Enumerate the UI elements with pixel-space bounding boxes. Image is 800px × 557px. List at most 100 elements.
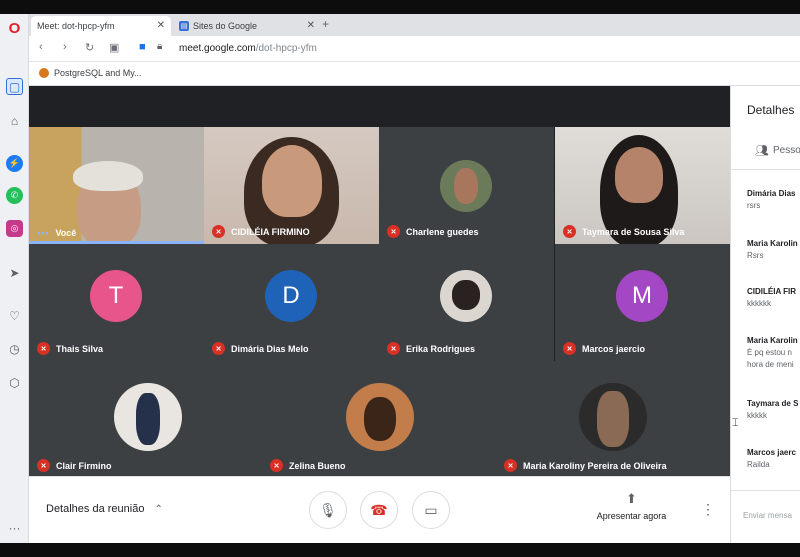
mic-off-icon: ✕ [212, 225, 225, 238]
participant-tile[interactable]: M ✕ Marcos jaercio [555, 244, 730, 361]
tab-strip: ▶ Meet: dot-hpcp-yfm ✕ ▤ Sites do Google… [29, 14, 800, 112]
opera-logo-icon[interactable]: O [6, 20, 23, 37]
url-field[interactable]: meet.google.com/dot-hpcp-yfm [179, 43, 317, 54]
participant-tile[interactable]: ✕ Charlene guedes [379, 127, 554, 244]
avatar [440, 160, 492, 212]
avatar: D [265, 270, 317, 322]
chat-input[interactable]: Enviar mensa [743, 511, 792, 520]
panel-title: Detalhes [747, 103, 795, 117]
participant-grid: ••• Você ✕ CIDILÉIA FIRMINO ✕ Charlene g… [29, 127, 730, 519]
avatar [114, 383, 182, 451]
participant-name: ✕ Marcos jaercio [563, 342, 645, 355]
hang-up-button[interactable]: ☎︎ [360, 491, 398, 529]
chat-sender: Marcos jaerc [747, 448, 796, 457]
bookmark-icon [39, 68, 49, 78]
participant-tile[interactable]: ✕ Zelina Bueno [262, 361, 496, 478]
tab-people[interactable]: 👥︎ Pesso [755, 144, 800, 157]
chevron-up-icon: ⌃ [154, 503, 163, 515]
participant-tile-self[interactable]: ••• Você [29, 127, 204, 244]
participant-name-text: Zelina Bueno [289, 460, 346, 471]
meeting-details-button[interactable]: Detalhes da reunião ⌃ [46, 503, 163, 515]
forward-icon[interactable]: › [63, 41, 67, 53]
bottom-letterbox [0, 543, 800, 557]
participant-name-text: Você [55, 228, 77, 238]
participant-tile[interactable]: ✕ Taymara de Sousa Silva [555, 127, 730, 244]
camera-button[interactable]: ▭ [412, 491, 450, 529]
url-path: /dot-hpcp-yfm [255, 43, 317, 54]
participant-name: ✕ Taymara de Sousa Silva [563, 225, 684, 238]
address-bar: ‹ › ↻ ▣ ■ 🔒︎ meet.google.com/dot-hpcp-yf… [29, 36, 800, 62]
chat-sender: Taymara de S [747, 399, 799, 408]
heart-icon[interactable]: ♡ [6, 307, 23, 324]
participant-name: ✕ Dimária Dias Melo [212, 342, 309, 355]
participant-name: ••• Você [37, 228, 76, 238]
opera-sidebar: O ▢ ⌂ ⚡ ✆ ◎ ➤ ♡ ◷ ⬡ ··· [0, 14, 29, 543]
participant-name-text: Thais Silva [56, 343, 104, 354]
whatsapp-icon[interactable]: ✆ [6, 187, 23, 204]
participant-tile[interactable]: ✕ Maria Karoliny Pereira de Oliveira [496, 361, 730, 478]
participant-tile[interactable]: ✕ Clair Firmino [29, 361, 262, 478]
sites-favicon-icon: ▤ [179, 21, 189, 31]
home-icon[interactable]: ⌂ [6, 112, 23, 129]
hang-up-icon: ☎︎ [370, 501, 388, 518]
more-options-icon[interactable]: ⋮ [701, 501, 715, 518]
tab-label: Sites do Google [193, 21, 258, 31]
participant-name: ✕ CIDILÉIA FIRMINO [212, 225, 310, 238]
avatar [440, 270, 492, 322]
meeting-details-panel: Detalhes 👥︎ Pesso Dimária Dias rsrs Mari… [730, 86, 800, 543]
participant-tile[interactable]: ✕ Erika Rodrigues [379, 244, 554, 361]
participant-tile[interactable]: ✕ CIDILÉIA FIRMINO [204, 127, 379, 244]
chat-text: hora de meni [747, 360, 794, 369]
present-now-label: Apresentar agora [596, 511, 667, 521]
participant-name: ✕ Charlene guedes [387, 225, 479, 238]
close-tab-icon[interactable]: ✕ [157, 20, 165, 31]
chat-text: É pq estou n [747, 348, 792, 357]
speed-dial-icon[interactable]: ▢ [6, 78, 23, 95]
participant-tile[interactable]: D ✕ Dimária Dias Melo [204, 244, 379, 361]
url-host: meet.google.com [179, 43, 256, 54]
chat-text: Railda [747, 460, 770, 469]
tab-sites[interactable]: ▤ Sites do Google ✕ [173, 16, 321, 36]
participant-name: ✕ Zelina Bueno [270, 459, 346, 472]
snapshot-icon[interactable]: ▣ [109, 41, 119, 54]
bookmarks-bar: PostgreSQL and My... [29, 62, 800, 86]
more-icon[interactable]: ··· [6, 519, 23, 536]
mic-off-icon: ✕ [563, 342, 576, 355]
screen: O ▢ ⌂ ⚡ ✆ ◎ ➤ ♡ ◷ ⬡ ··· ▶ Meet: dot-hpcp… [0, 0, 800, 557]
chat-message: Dimária Dias rsrs [747, 189, 800, 210]
reload-icon[interactable]: ↻ [85, 41, 94, 54]
instagram-icon[interactable]: ◎ [6, 220, 23, 237]
participant-name-text: Charlene guedes [406, 226, 479, 237]
lock-icon[interactable]: 🔒︎ [157, 41, 162, 52]
chat-message: Marcos jaerc Railda [747, 448, 800, 469]
meet-stage: ••• Você ✕ CIDILÉIA FIRMINO ✕ Charlene g… [29, 86, 730, 543]
participant-tile[interactable]: T ✕ Thais Silva [29, 244, 204, 361]
chat-sender: CIDILÉIA FIR [747, 287, 797, 296]
video-feed [615, 147, 663, 203]
send-icon[interactable]: ➤ [6, 264, 23, 281]
microphone-button[interactable]: 🎙︎ [309, 491, 347, 529]
chat-message: Maria Karolin É pq estou n hora de meni [747, 336, 800, 369]
present-now-button[interactable]: ⬆︎ Apresentar agora [589, 491, 674, 521]
meeting-details-label: Detalhes da reunião [46, 503, 145, 515]
back-icon[interactable]: ‹ [39, 41, 43, 53]
mic-off-icon: ✕ [270, 459, 283, 472]
mic-off-icon: ✕ [563, 225, 576, 238]
avatar-initial: T [108, 282, 124, 309]
participant-name-text: Erika Rodrigues [406, 343, 476, 354]
tab-meet[interactable]: ▶ Meet: dot-hpcp-yfm ✕ [31, 16, 171, 112]
bookmark-item[interactable]: PostgreSQL and My... [39, 68, 142, 78]
divider [731, 490, 800, 491]
camera-in-use-icon[interactable]: ■ [139, 41, 146, 53]
new-tab-icon[interactable]: + [322, 17, 329, 31]
chat-sender: Maria Karolin [747, 239, 798, 248]
participant-name: ✕ Erika Rodrigues [387, 342, 475, 355]
messenger-icon[interactable]: ⚡ [6, 155, 23, 172]
avatar [579, 383, 647, 451]
extensions-icon[interactable]: ⬡ [6, 374, 23, 391]
participant-name-text: Dimária Dias Melo [231, 343, 309, 354]
mic-off-icon: ✕ [37, 459, 50, 472]
mic-off-icon: ✕ [212, 342, 225, 355]
close-tab-icon[interactable]: ✕ [307, 20, 315, 31]
history-icon[interactable]: ◷ [6, 340, 23, 357]
